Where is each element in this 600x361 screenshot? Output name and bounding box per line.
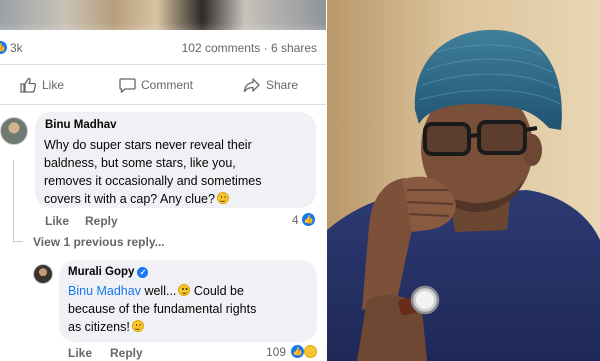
thinking-emoji-icon	[178, 284, 191, 296]
person-photo	[327, 0, 600, 361]
like-reaction-icon: 👍	[291, 345, 304, 358]
comment-meta-row: Like Reply	[45, 214, 305, 230]
replier-avatar[interactable]	[33, 264, 53, 284]
comment-author[interactable]: Binu Madhav	[45, 119, 117, 131]
like-label: Like	[42, 78, 65, 92]
comment-text-line: Why do super stars never reveal their	[44, 138, 252, 152]
thread-connector	[13, 241, 23, 242]
divider	[0, 64, 326, 65]
mention-link[interactable]: Binu Madhav	[68, 284, 141, 298]
comment-like-count[interactable]: 4	[292, 213, 299, 227]
reply-text-line: Binu Madhav well... Could be	[68, 282, 244, 300]
comment-icon	[119, 78, 136, 93]
like-reaction-icon: 👍	[302, 213, 315, 226]
comment-text-last-line: covers it with a cap? Any clue?	[44, 190, 229, 208]
glasses	[423, 120, 538, 156]
share-label: Share	[266, 78, 299, 92]
reply-like-count[interactable]: 109	[266, 345, 286, 359]
reply-author[interactable]: Murali Gopy	[68, 266, 134, 278]
reply-text-segment: well...	[140, 284, 177, 298]
comments-shares-count[interactable]: 102 comments · 6 shares	[182, 41, 317, 55]
smile-emoji-icon	[216, 192, 229, 204]
reply-text-segment: as citizens!	[68, 320, 130, 334]
comment-text-line: baldness, but some stars, like you,	[44, 156, 236, 170]
like-reaction-icon: 👍	[0, 41, 7, 54]
facebook-post-panel: 👍 3k 102 comments · 6 shares Like Commen…	[0, 0, 326, 361]
comment-text-line: covers it with a cap? Any clue?	[44, 192, 215, 206]
like-button[interactable]: Like	[20, 77, 64, 93]
reply-text-segment: Could be	[190, 284, 244, 298]
haha-reaction-icon	[304, 345, 317, 358]
thread-line	[13, 160, 14, 242]
comment-bubble: Binu Madhav Why do super stars never rev…	[35, 112, 316, 208]
reply-reply-link[interactable]: Reply	[110, 346, 143, 360]
comment-label: Comment	[141, 78, 194, 92]
reply-author-row: Murali Gopy ✓	[68, 266, 149, 278]
reply-meta-row: Like Reply	[68, 346, 268, 361]
divider	[0, 104, 326, 105]
comment-text-line: removes it occasionally and sometimes	[44, 174, 262, 188]
person-photo-illustration	[327, 0, 600, 361]
reply-bubble: Murali Gopy ✓ Binu Madhav well... Could b…	[59, 260, 317, 342]
view-previous-replies-link[interactable]: View 1 previous reply...	[33, 235, 165, 249]
comment-like-link[interactable]: Like	[45, 214, 69, 228]
reply-like-link[interactable]: Like	[68, 346, 92, 360]
smile-emoji-icon	[131, 320, 144, 332]
comment-reply-link[interactable]: Reply	[85, 214, 118, 228]
post-stats-row: 👍 3k 102 comments · 6 shares	[0, 38, 326, 58]
share-button[interactable]: Share	[243, 77, 298, 93]
post-image-bottom[interactable]	[0, 0, 326, 30]
share-icon	[243, 78, 260, 93]
commenter-avatar[interactable]	[0, 117, 28, 145]
reply-text-line: because of the fundamental rights	[68, 302, 257, 316]
comment-button[interactable]: Comment	[119, 77, 193, 93]
like-thumb-icon	[20, 77, 37, 93]
verified-icon: ✓	[137, 267, 149, 278]
post-action-bar: Like Comment Share	[0, 72, 326, 100]
reply-text-last-line: as citizens!	[68, 318, 144, 336]
reactions-count[interactable]: 3k	[10, 41, 23, 55]
